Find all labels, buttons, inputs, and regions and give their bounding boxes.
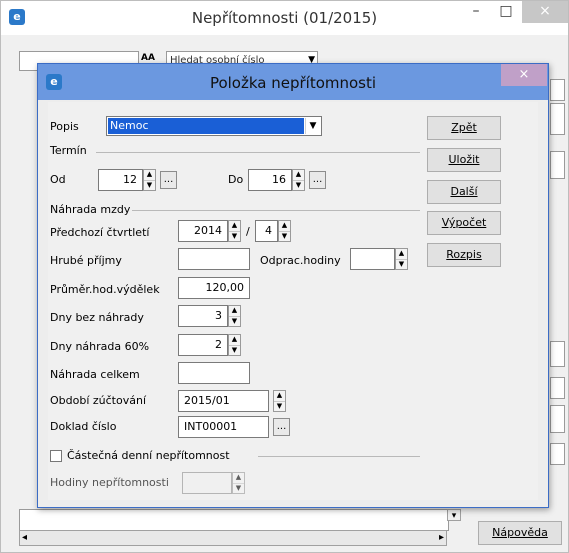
do-label: Do: [228, 173, 244, 186]
table-area: [19, 509, 449, 531]
hodiny-spinner[interactable]: ▲ ▼: [232, 472, 245, 494]
popis-value: Nemoc: [108, 118, 304, 134]
castecna-divider: [258, 456, 420, 457]
help-button-label: Nápověda: [492, 526, 548, 539]
prumer-label: Průměr.hod.výdělek: [50, 283, 160, 296]
absence-item-dialog: e Položka nepřítomnosti × Popis Nemoc ▼ …: [37, 63, 549, 508]
odprac-label: Odprac.hodiny: [260, 254, 341, 267]
od-picker-button[interactable]: ...: [160, 171, 177, 189]
do-input[interactable]: 16: [248, 169, 292, 191]
scroll-down-arrow-icon[interactable]: ▾: [447, 509, 461, 521]
bg-right-element: [550, 103, 565, 135]
calculate-button[interactable]: Výpočet: [427, 211, 501, 235]
nahrada-label: Náhrada mzdy: [50, 203, 131, 216]
back-button-label: Zpět: [451, 121, 477, 134]
chevron-down-icon: ▼: [305, 118, 320, 134]
save-button-label: Uložit: [448, 153, 480, 166]
dny-60-input[interactable]: 2: [178, 334, 228, 356]
hrube-label: Hrubé příjmy: [50, 254, 122, 267]
window-close-icon[interactable]: ×: [522, 1, 568, 23]
breakdown-button[interactable]: Rozpis: [427, 243, 501, 267]
odprac-spinner[interactable]: ▲ ▼: [395, 248, 408, 270]
horizontal-scrollbar[interactable]: ◂ ▸: [19, 530, 447, 546]
prumer-input[interactable]: 120,00: [178, 277, 250, 299]
do-spinner[interactable]: ▲ ▼: [292, 169, 305, 191]
dialog-close-icon[interactable]: ×: [501, 64, 547, 86]
maximize-icon[interactable]: □: [491, 1, 521, 23]
breakdown-button-label: Rozpis: [446, 248, 482, 261]
dialog-title: Položka nepřítomnosti: [209, 74, 377, 92]
termin-label: Termín: [50, 144, 87, 157]
do-picker-button[interactable]: ...: [309, 171, 326, 189]
bg-right-element: [550, 405, 565, 433]
dny-bez-input[interactable]: 3: [178, 305, 228, 327]
doklad-input[interactable]: INT00001: [178, 416, 269, 438]
od-label: Od: [50, 173, 66, 186]
bg-right-element: [550, 377, 565, 399]
castecna-label: Částečná denní nepřítomnost: [67, 449, 230, 462]
quarter-spinner[interactable]: ▲ ▼: [278, 220, 291, 242]
od-input[interactable]: 12: [98, 169, 143, 191]
nahrada-celkem-input[interactable]: [178, 362, 250, 384]
predchozi-label: Předchozí čtvrtletí: [50, 226, 150, 239]
next-button[interactable]: Další: [427, 180, 501, 204]
slash-label: /: [246, 225, 250, 238]
hodiny-label: Hodiny nepřítomnosti: [50, 476, 169, 489]
doklad-label: Doklad číslo: [50, 420, 117, 433]
year-input[interactable]: 2014: [178, 220, 228, 242]
dny-60-spinner[interactable]: ▲ ▼: [228, 334, 241, 356]
bg-right-element: [550, 443, 565, 465]
window-title-bar: e Nepřítomnosti (01/2015) – □ ×: [1, 1, 568, 35]
termin-divider: [96, 152, 420, 153]
obdobi-spinner[interactable]: ▲ ▼: [273, 390, 286, 412]
dialog-title-bar: e Položka nepřítomnosti ×: [38, 64, 548, 100]
back-button[interactable]: Zpět: [427, 116, 501, 140]
doklad-picker-button[interactable]: ...: [273, 418, 290, 436]
nahrada-divider: [132, 210, 420, 211]
quarter-input[interactable]: 4: [255, 220, 278, 242]
popis-select[interactable]: Nemoc ▼: [106, 116, 322, 136]
hrube-input[interactable]: [178, 248, 250, 270]
year-spinner[interactable]: ▲ ▼: [228, 220, 241, 242]
dialog-body: Popis Nemoc ▼ Termín Od 12 ▲ ▼ ... Do 16 …: [48, 102, 538, 500]
dny-60-label: Dny náhrada 60%: [50, 340, 150, 353]
calculate-button-label: Výpočet: [441, 216, 487, 229]
scroll-right-icon[interactable]: ▸: [439, 532, 444, 543]
od-spinner[interactable]: ▲ ▼: [143, 169, 156, 191]
dny-bez-spinner[interactable]: ▲ ▼: [228, 305, 241, 327]
bg-right-element: [550, 79, 565, 101]
dny-bez-label: Dny bez náhrady: [50, 311, 144, 324]
bg-right-element: [550, 341, 565, 367]
hodiny-input[interactable]: [182, 472, 232, 494]
obdobi-label: Období zúčtování: [50, 394, 147, 407]
scroll-left-icon[interactable]: ◂: [22, 532, 27, 543]
help-button[interactable]: Nápověda: [478, 521, 562, 545]
castecna-checkbox[interactable]: [50, 450, 62, 462]
bg-right-element: [550, 151, 565, 179]
save-button[interactable]: Uložit: [427, 148, 501, 172]
next-button-label: Další: [450, 185, 478, 198]
popis-label: Popis: [50, 120, 79, 133]
odprac-input[interactable]: [350, 248, 395, 270]
obdobi-input[interactable]: 2015/01: [178, 390, 269, 412]
nahrada-celkem-label: Náhrada celkem: [50, 368, 140, 381]
minimize-icon[interactable]: –: [461, 1, 491, 23]
